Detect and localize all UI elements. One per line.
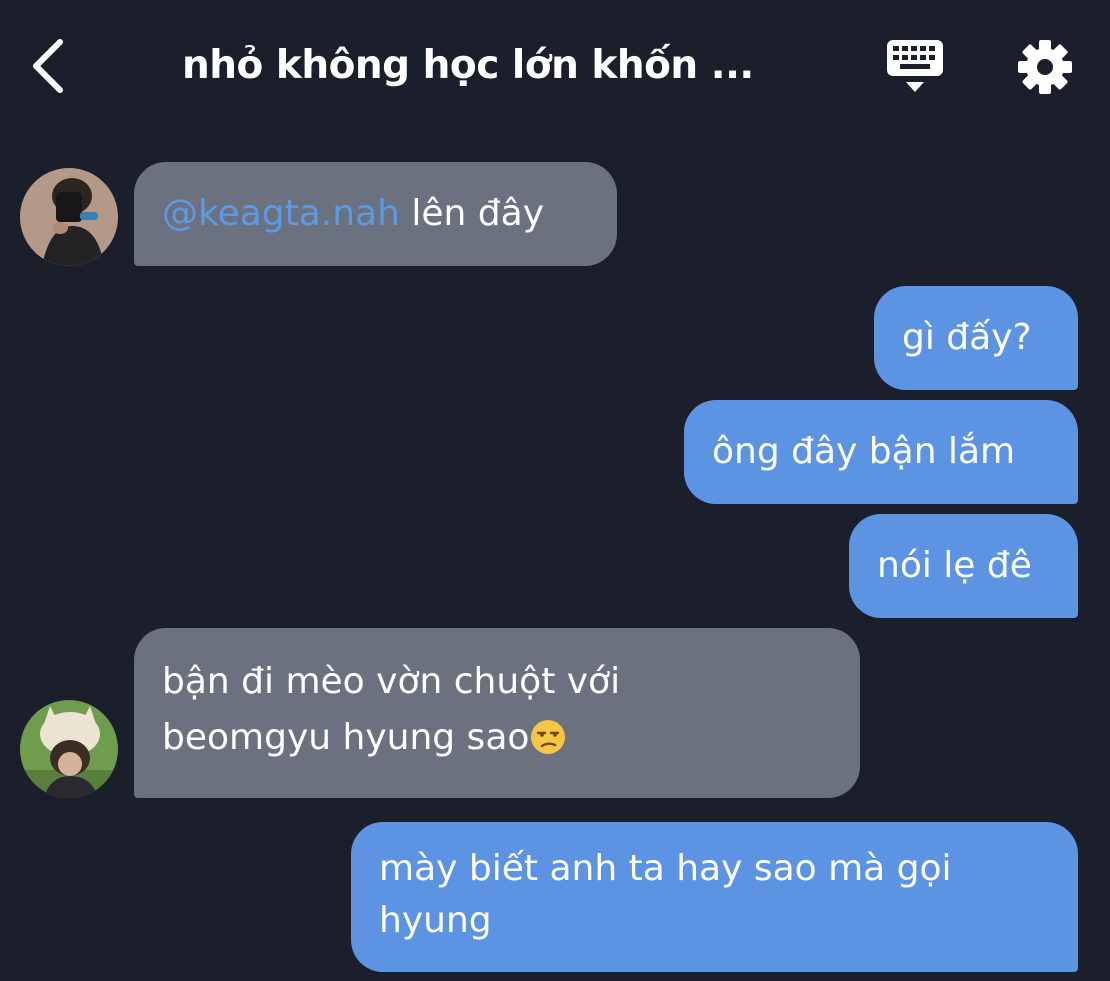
message-text: gì đấy? [902, 317, 1032, 358]
back-button[interactable] [22, 34, 78, 98]
chat-header: nhỏ không học lớn khốn ... [0, 0, 1110, 130]
chevron-left-icon [33, 39, 63, 93]
message-text-line: mày biết anh ta hay sao mà gọi [379, 848, 952, 889]
message-bubble-outgoing[interactable]: mày biết anh ta hay sao mà gọi hyung [351, 822, 1078, 972]
keyboard-icon [887, 40, 943, 92]
unamused-face-icon [530, 716, 566, 754]
message-text: nói lẹ đê [877, 545, 1032, 586]
message-text-line: bận đi mèo vờn chuột với [162, 661, 621, 702]
message-bubble-outgoing[interactable]: nói lẹ đê [849, 514, 1078, 618]
message-text: ông đây bận lắm [712, 431, 1016, 472]
message-text: lên đây [399, 193, 545, 234]
avatar[interactable] [20, 700, 118, 798]
chat-title[interactable]: nhỏ không học lớn khốn ... [182, 38, 802, 94]
message-bubble-incoming[interactable]: bận đi mèo vờn chuột với beomgyu hyung s… [134, 628, 860, 798]
avatar[interactable] [20, 168, 118, 266]
message-bubble-outgoing[interactable]: ông đây bận lắm [684, 400, 1078, 504]
message-text-line: beomgyu hyung sao [162, 717, 530, 758]
message-bubble-incoming[interactable]: @keagta.nah lên đây [134, 162, 617, 266]
message-text-line: hyung [379, 900, 492, 941]
keyboard-button[interactable] [884, 36, 946, 98]
gear-icon [1018, 40, 1072, 94]
user-mention[interactable]: @keagta.nah [162, 193, 400, 234]
settings-button[interactable] [1014, 36, 1076, 98]
message-bubble-outgoing[interactable]: gì đấy? [874, 286, 1078, 390]
